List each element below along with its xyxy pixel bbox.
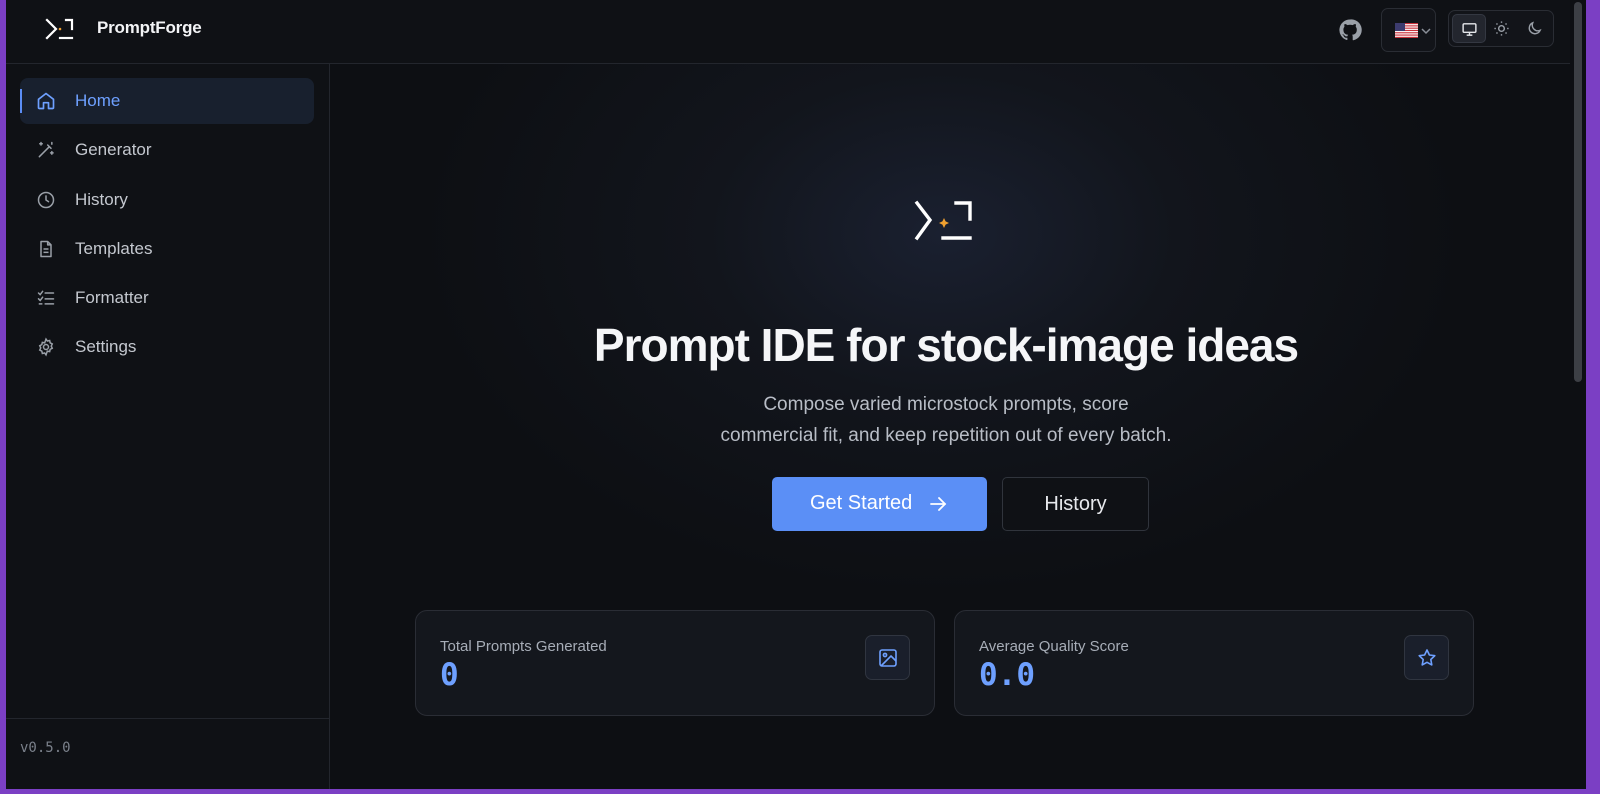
app-window: PromptForge Home Generator History Templ…	[6, 0, 1586, 789]
stat-icon-badge	[865, 635, 910, 680]
sidebar-item-settings[interactable]: Settings	[20, 324, 314, 370]
chevron-down-icon	[1421, 28, 1431, 35]
prompt-terminal-icon[interactable]	[44, 17, 74, 41]
arrow-right-icon	[930, 497, 947, 511]
moon-icon	[1528, 21, 1542, 35]
hero-title: Prompt IDE for stock-image ideas	[593, 319, 1299, 371]
brand-name[interactable]: PromptForge	[97, 18, 202, 38]
scrollbar[interactable]	[1570, 0, 1586, 789]
app-version: v0.5.0	[20, 740, 71, 756]
sidebar: Home Generator History Templates Formatt…	[6, 64, 330, 789]
language-selector[interactable]	[1381, 8, 1436, 52]
stat-card-total-prompts: Total Prompts Generated 0	[415, 610, 935, 716]
stat-label: Average Quality Score	[979, 638, 1129, 655]
sidebar-item-history[interactable]: History	[20, 177, 314, 223]
sidebar-item-home[interactable]: Home	[20, 78, 314, 124]
theme-system-button[interactable]	[1452, 14, 1486, 43]
checklist-icon	[37, 290, 55, 305]
history-button[interactable]: History	[1002, 477, 1149, 531]
us-flag-icon	[1395, 23, 1418, 38]
stat-icon-badge	[1404, 635, 1449, 680]
star-icon	[1418, 649, 1436, 666]
image-icon	[879, 649, 897, 667]
sidebar-item-label: Settings	[75, 337, 137, 356]
history-button-label: History	[1044, 493, 1107, 515]
sidebar-item-label: Templates	[75, 239, 153, 258]
sidebar-footer: v0.5.0	[6, 718, 329, 789]
stat-value: 0	[440, 657, 459, 693]
theme-toggle-group	[1448, 10, 1554, 47]
get-started-button[interactable]: Get Started	[772, 477, 987, 531]
theme-light-button[interactable]	[1485, 14, 1519, 43]
sidebar-item-generator[interactable]: Generator	[20, 127, 314, 173]
sidebar-item-label: Formatter	[75, 288, 149, 307]
main-content: Prompt IDE for stock-image ideas Compose…	[330, 64, 1562, 789]
prompt-terminal-icon	[914, 200, 972, 241]
magic-wand-icon	[38, 141, 54, 158]
theme-dark-button[interactable]	[1518, 14, 1552, 43]
sidebar-item-formatter[interactable]: Formatter	[20, 275, 314, 321]
stat-card-quality-score: Average Quality Score 0.0	[954, 610, 1474, 716]
hero-subtitle-line2: commercial fit, and keep repetition out …	[720, 425, 1172, 446]
stat-value: 0.0	[979, 657, 1035, 693]
home-icon	[37, 92, 55, 110]
sun-icon	[1494, 21, 1509, 36]
hero-subtitle: Compose varied microstock prompts, score…	[696, 389, 1196, 451]
gear-icon	[38, 337, 54, 357]
sidebar-item-templates[interactable]: Templates	[20, 226, 314, 272]
monitor-icon	[1462, 23, 1477, 36]
scrollbar-thumb[interactable]	[1574, 2, 1582, 382]
document-icon	[40, 240, 52, 258]
top-header: PromptForge	[6, 0, 1586, 64]
clock-icon	[37, 191, 55, 209]
stat-label: Total Prompts Generated	[440, 638, 607, 655]
get-started-label: Get Started	[810, 492, 913, 514]
hero-subtitle-line1: Compose varied microstock prompts, score	[763, 394, 1129, 415]
sidebar-item-label: Generator	[75, 140, 152, 159]
sidebar-item-label: History	[75, 190, 128, 209]
sidebar-item-label: Home	[75, 91, 121, 110]
github-icon[interactable]	[1338, 18, 1362, 42]
